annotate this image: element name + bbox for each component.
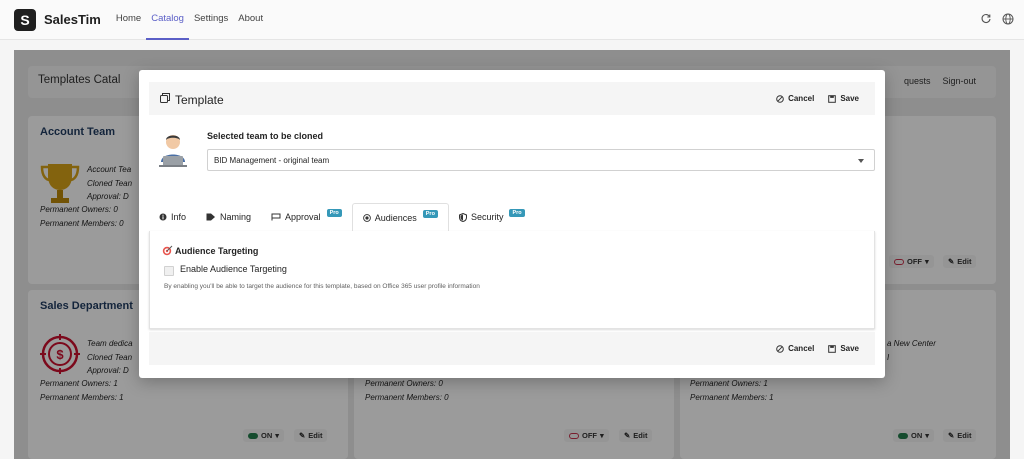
flag-icon [271, 213, 281, 221]
chevron-down-icon [858, 159, 864, 163]
save-button[interactable]: Save [828, 94, 859, 103]
pro-badge: Pro [326, 209, 342, 217]
template-icon [159, 92, 171, 107]
audiences-panel: Audience Targeting Enable Audience Targe… [149, 231, 875, 329]
audience-hint: By enabling you'll be able to target the… [164, 283, 480, 290]
pro-badge: Pro [509, 209, 525, 217]
save-button[interactable]: Save [828, 344, 859, 353]
shield-icon [458, 212, 467, 222]
pro-badge: Pro [422, 209, 438, 218]
selected-team-label: Selected team to be cloned [207, 131, 324, 141]
user-avatar-icon [157, 132, 189, 168]
top-bar: S SalesTim Home Catalog Settings About [0, 0, 1024, 40]
tab-security[interactable]: Security Pro [449, 203, 535, 231]
tab-naming[interactable]: Naming [196, 203, 261, 231]
app-brand: SalesTim [44, 12, 101, 27]
refresh-icon[interactable] [980, 12, 992, 24]
tab-info[interactable]: Info [149, 203, 196, 231]
dialog-footer [149, 332, 875, 365]
save-icon [828, 94, 837, 103]
template-dialog: Template Cancel Save Selected team to be… [139, 70, 885, 378]
audience-heading: Audience Targeting [162, 245, 258, 256]
tab-approval[interactable]: Approval Pro [261, 203, 352, 231]
nav-about[interactable]: About [233, 0, 268, 40]
team-dropdown[interactable]: BID Management - original team [207, 149, 875, 171]
dialog-title: Template [159, 92, 224, 107]
tab-audiences[interactable]: Audiences Pro [351, 203, 449, 231]
globe-icon[interactable] [1002, 12, 1014, 25]
cancel-button[interactable]: Cancel [776, 344, 814, 353]
nav-catalog[interactable]: Catalog [146, 0, 189, 40]
tag-icon [206, 213, 216, 221]
cancel-icon [776, 344, 784, 353]
template-tabs: Info Naming Approval Pro Audiences Pro S… [149, 203, 535, 231]
save-icon [828, 344, 837, 353]
info-icon [159, 213, 167, 221]
audience-targeting-label[interactable]: Enable Audience Targeting [180, 264, 287, 274]
dialog-header [149, 82, 875, 115]
target-icon [162, 245, 173, 256]
nav-home[interactable]: Home [111, 0, 146, 40]
app-logo: S [14, 8, 36, 31]
bullseye-icon [362, 213, 371, 222]
audience-targeting-checkbox[interactable] [164, 266, 174, 276]
main-nav: Home Catalog Settings About [111, 0, 268, 40]
cancel-button[interactable]: Cancel [776, 94, 814, 103]
nav-settings[interactable]: Settings [189, 0, 233, 40]
cancel-icon [776, 94, 784, 103]
